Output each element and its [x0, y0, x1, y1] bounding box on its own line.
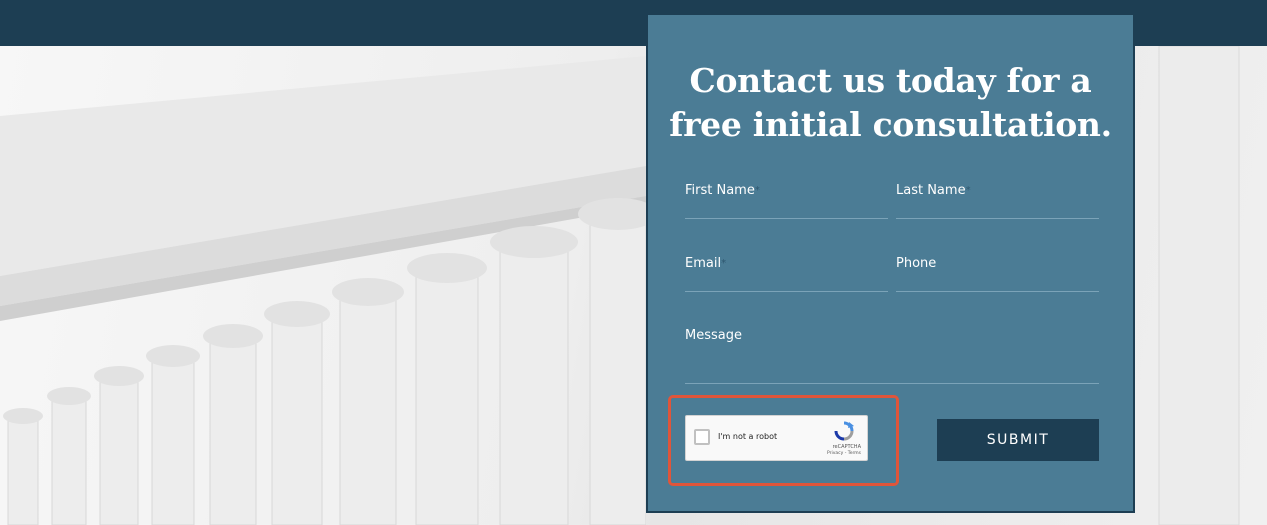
columns-illustration-right	[1158, 46, 1240, 525]
submit-button[interactable]: SUBMIT	[937, 419, 1099, 461]
recaptcha-logo-icon	[834, 421, 854, 441]
message-label: Message	[685, 328, 742, 343]
contact-headline: Contact us today for a free initial cons…	[669, 61, 1112, 144]
recaptcha-privacy-terms-link[interactable]: Privacy - Terms	[827, 451, 861, 457]
message-field[interactable]: Message	[685, 327, 1099, 384]
contact-form-panel: Contact us today for a free initial cons…	[646, 13, 1135, 513]
email-label: Email*	[685, 256, 727, 271]
first-name-label: First Name*	[685, 183, 760, 198]
phone-field[interactable]: Phone	[896, 255, 1099, 292]
last-name-label: Last Name*	[896, 183, 971, 198]
required-marker: *	[754, 185, 760, 196]
page: Contact us today for a free initial cons…	[0, 0, 1267, 525]
recaptcha-label: I'm not a robot	[718, 432, 778, 441]
required-marker: *	[721, 258, 727, 269]
recaptcha-brand: reCAPTCHA	[832, 444, 861, 450]
email-field[interactable]: Email*	[685, 255, 888, 292]
required-marker: *	[965, 185, 971, 196]
last-name-field[interactable]: Last Name*	[896, 182, 1099, 219]
phone-label: Phone	[896, 256, 937, 271]
recaptcha-widget: I'm not a robot reCAPTCHA Privacy - Term…	[685, 415, 868, 461]
first-name-field[interactable]: First Name*	[685, 182, 888, 219]
recaptcha-checkbox[interactable]	[694, 429, 710, 445]
columns-illustration	[0, 56, 646, 525]
